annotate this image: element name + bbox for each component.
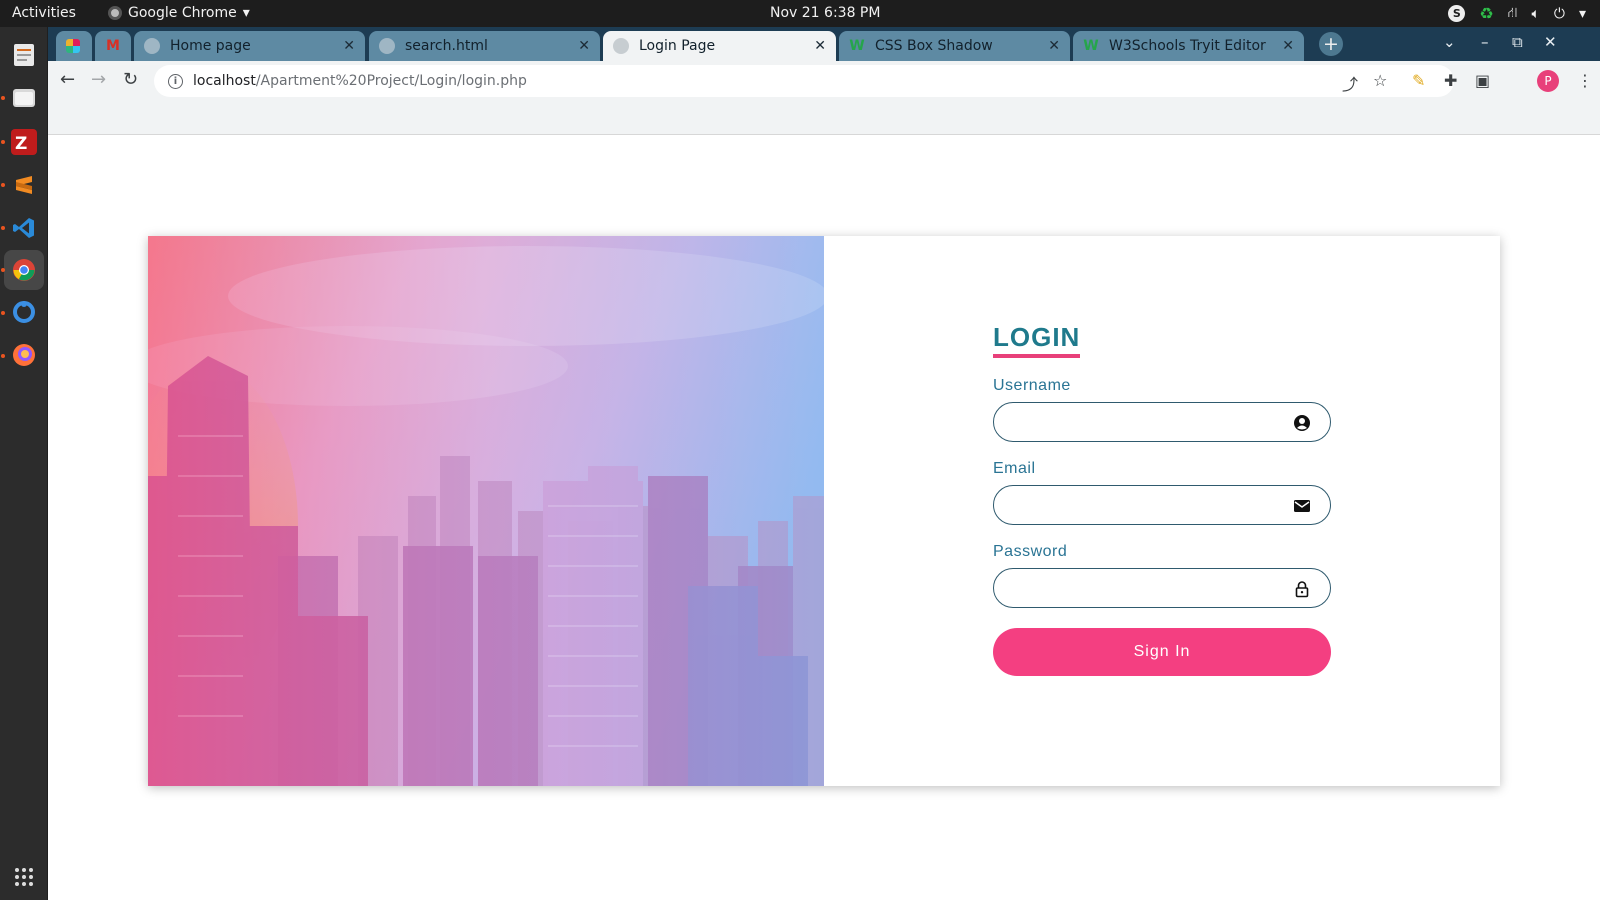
power-icon[interactable]: ⏻ (1554, 6, 1565, 22)
close-icon[interactable]: ✕ (343, 38, 355, 54)
globe-icon (613, 38, 629, 54)
sign-in-button[interactable]: Sign In (993, 628, 1331, 676)
new-tab-button[interactable]: + (1319, 32, 1343, 56)
email-input[interactable] (994, 486, 1330, 524)
clock[interactable]: Nov 21 6:38 PM (770, 5, 880, 21)
more-menu-icon[interactable]: ⋮ (1577, 71, 1593, 90)
close-icon[interactable]: ✕ (814, 38, 826, 54)
chrome-icon[interactable] (4, 250, 44, 290)
tab-search[interactable]: search.html ✕ (369, 31, 600, 61)
login-form: LOGIN Username Email Password Sign In (993, 322, 1331, 676)
login-heading: LOGIN (993, 322, 1081, 358)
app-menu[interactable]: Google Chrome ▾ (108, 5, 250, 21)
files-icon[interactable] (4, 78, 44, 118)
share-icon[interactable]: ⤴ (1342, 71, 1358, 95)
globe-icon (144, 38, 160, 54)
restore-icon[interactable]: ⧉ (1512, 33, 1523, 51)
profile-avatar[interactable]: P (1537, 70, 1559, 92)
login-card: LOGIN Username Email Password Sign In (148, 236, 1500, 786)
chrome-icon (108, 6, 122, 20)
show-apps-icon[interactable] (15, 868, 33, 886)
sync-icon[interactable]: ♻ (1479, 4, 1493, 23)
slack-icon (66, 39, 80, 53)
email-label: Email (993, 460, 1036, 477)
tab-label: W3Schools Tryit Editor (1109, 38, 1266, 54)
browser-toolbar: ← → ↻ i localhost/Apartment%20Project/Lo… (48, 61, 1600, 101)
minimize-icon[interactable]: – (1481, 33, 1489, 51)
password-input[interactable] (994, 569, 1330, 607)
globe-icon (379, 38, 395, 54)
close-icon[interactable]: ✕ (1282, 38, 1294, 54)
bookmarks-bar (48, 101, 1600, 135)
username-field-wrapper (993, 402, 1331, 442)
site-info-icon[interactable]: i (168, 73, 183, 89)
reload-icon[interactable]: ↻ (123, 69, 138, 90)
address-bar[interactable]: i localhost/Apartment%20Project/Login/lo… (154, 65, 1454, 97)
skype-icon[interactable]: S (1448, 5, 1466, 22)
tab-label: Home page (170, 38, 251, 54)
text-editor-icon[interactable] (4, 35, 44, 75)
tab-login-page[interactable]: Login Page ✕ (603, 31, 836, 61)
city-skyline-image (148, 236, 824, 786)
network-icon[interactable]: ⛙ (1508, 5, 1518, 23)
sublime-text-icon[interactable] (4, 165, 44, 205)
system-tray[interactable]: S ♻ ⛙ 🔈︎ ⏻ ▾ (1448, 4, 1586, 23)
tab-gmail[interactable]: M (95, 31, 131, 61)
volume-icon[interactable]: 🔈︎ (1531, 6, 1539, 22)
tab-label: Login Page (639, 38, 716, 54)
close-icon[interactable]: ✕ (578, 38, 590, 54)
email-field-wrapper (993, 485, 1331, 525)
url-path: /Apartment%20Project/Login/login.php (255, 73, 527, 89)
chevron-down-icon[interactable]: ▾ (1579, 6, 1586, 22)
password-label: Password (993, 543, 1068, 560)
w3schools-icon: W (849, 38, 865, 54)
firefox-icon[interactable] (4, 335, 44, 375)
app-name: Google Chrome (128, 5, 237, 21)
bookmark-star-icon[interactable]: ☆ (1373, 71, 1387, 90)
url-host: localhost (193, 73, 256, 89)
extension-highlighter-icon[interactable]: ✎ (1412, 71, 1425, 90)
lock-icon (1295, 581, 1309, 598)
filezilla-icon[interactable]: Z (4, 122, 44, 162)
password-field-wrapper (993, 568, 1331, 608)
page-content: LOGIN Username Email Password Sign In (48, 135, 1600, 900)
tab-w3schools-tryit[interactable]: W W3Schools Tryit Editor ✕ (1073, 31, 1304, 61)
tab-slack[interactable] (56, 31, 92, 61)
tab-search-chevron-icon[interactable]: ⌄ (1443, 33, 1456, 51)
tab-label: CSS Box Shadow (875, 38, 993, 54)
username-label: Username (993, 377, 1071, 394)
vscode-icon[interactable] (4, 208, 44, 248)
svg-text:Z: Z (15, 134, 27, 154)
envelope-icon (1294, 500, 1310, 512)
dock: Z (0, 27, 48, 900)
close-icon[interactable]: ✕ (1048, 38, 1060, 54)
username-input[interactable] (994, 403, 1330, 441)
tab-label: search.html (405, 38, 488, 54)
tab-strip: M Home page ✕ search.html ✕ Login Page ✕… (48, 27, 1600, 61)
forward-arrow-icon[interactable]: → (91, 69, 106, 90)
login-form-panel: LOGIN Username Email Password Sign In (824, 236, 1500, 786)
user-circle-icon (1294, 415, 1310, 431)
activities-button[interactable]: Activities (12, 5, 76, 21)
chevron-down-icon: ▾ (242, 5, 250, 21)
tab-css-box-shadow[interactable]: W CSS Box Shadow ✕ (839, 31, 1070, 61)
recycle-sync-icon[interactable] (4, 292, 44, 332)
extensions-puzzle-icon[interactable]: ✚ (1444, 71, 1457, 90)
side-panel-icon[interactable]: ▣ (1475, 71, 1490, 90)
close-window-icon[interactable]: ✕ (1544, 33, 1557, 51)
tab-home-page[interactable]: Home page ✕ (134, 31, 365, 61)
back-arrow-icon[interactable]: ← (60, 69, 75, 90)
gmail-icon: M (106, 38, 120, 54)
system-top-bar: Activities Google Chrome ▾ Nov 21 6:38 P… (0, 0, 1600, 27)
w3schools-icon: W (1083, 38, 1099, 54)
